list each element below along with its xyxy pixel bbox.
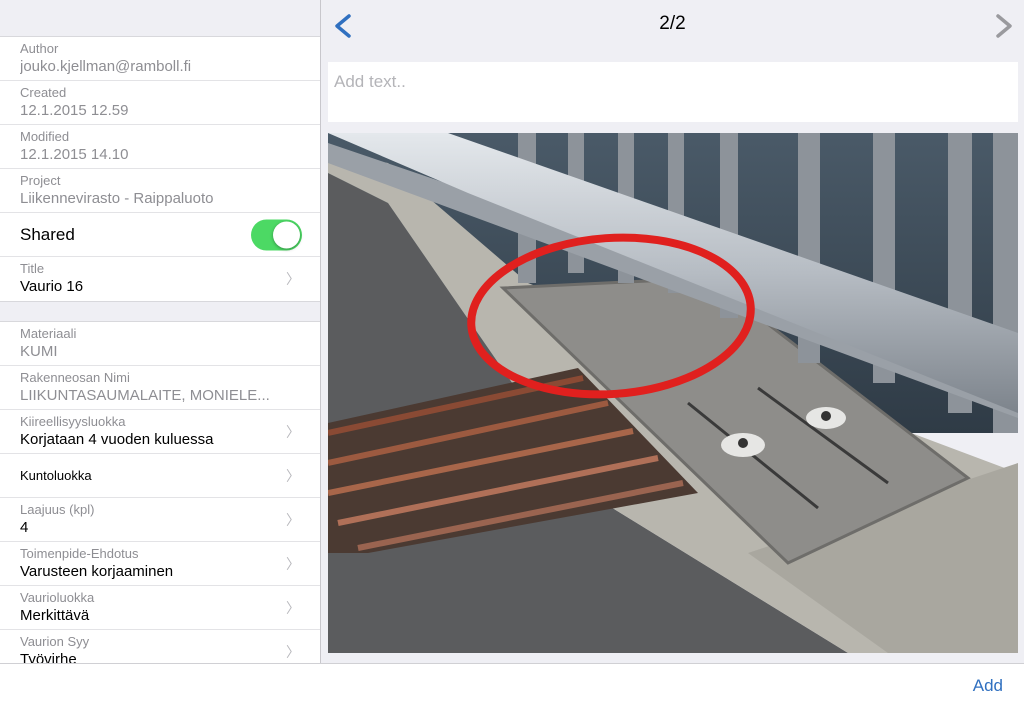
modified-value: 12.1.2015 14.10 bbox=[20, 146, 129, 163]
chevron-right-icon[interactable] bbox=[988, 8, 1020, 44]
modified-label: Modified bbox=[20, 129, 70, 144]
photo-navbar: 2/2 bbox=[321, 0, 1024, 56]
add-text-input[interactable] bbox=[328, 62, 1024, 102]
field-label: Kuntoluokka bbox=[20, 468, 92, 483]
metadata-section: Author jouko.kjellman@ramboll.fi Created… bbox=[0, 36, 320, 302]
title-value: Vaurio 16 bbox=[20, 278, 84, 295]
toggle-knob bbox=[273, 221, 300, 248]
field-label: Kiireellisyysluokka bbox=[20, 414, 126, 429]
project-value: Liikennevirasto - Raippaluoto bbox=[20, 190, 214, 207]
field-value: Korjataan 4 vuoden kuluessa bbox=[20, 431, 214, 448]
field-row-kiireellisyysluokka[interactable]: Kiireellisyysluokka Korjataan 4 vuoden k… bbox=[0, 410, 320, 454]
chevron-right-icon: 〉 bbox=[286, 511, 300, 528]
chevron-right-icon: 〉 bbox=[286, 467, 300, 484]
field-label: Toimenpide-Ehdotus bbox=[20, 546, 139, 561]
field-value: 4 bbox=[20, 519, 29, 536]
field-row-materiaali: Materiaali KUMI bbox=[0, 322, 320, 366]
fields-section: Materiaali KUMI Rakenneosan Nimi LIIKUNT… bbox=[0, 321, 320, 663]
created-value: 12.1.2015 12.59 bbox=[20, 102, 129, 119]
chevron-right-icon: 〉 bbox=[286, 271, 300, 287]
photo-illustration bbox=[328, 133, 1018, 653]
main-panel: 2/2 bbox=[321, 0, 1024, 663]
field-row-laajuus[interactable]: Laajuus (kpl) 4 〉 bbox=[0, 498, 320, 542]
field-value: KUMI bbox=[20, 343, 58, 360]
field-value: Merkittävä bbox=[20, 607, 90, 624]
field-row-rakenneosan-nimi: Rakenneosan Nimi LIIKUNTASAUMALAITE, MON… bbox=[0, 366, 320, 410]
field-row-vaurioluokka[interactable]: Vaurioluokka Merkittävä 〉 bbox=[0, 586, 320, 630]
field-label: Laajuus (kpl) bbox=[20, 502, 95, 517]
project-row: Project Liikennevirasto - Raippaluoto bbox=[0, 169, 320, 213]
field-value: LIIKUNTASAUMALAITE, MONIELE... bbox=[20, 387, 270, 404]
bolt-head bbox=[738, 438, 748, 448]
damage-photo bbox=[328, 133, 1018, 653]
field-value: Työvirhe bbox=[20, 651, 77, 663]
chevron-right-icon: 〉 bbox=[286, 423, 300, 440]
field-label: Materiaali bbox=[20, 326, 77, 341]
shared-row: Shared bbox=[0, 213, 320, 257]
sidebar-header-spacer bbox=[0, 0, 320, 36]
chevron-right-icon: 〉 bbox=[286, 599, 300, 616]
shared-label: Shared bbox=[20, 224, 75, 244]
bolt-head bbox=[821, 411, 831, 421]
title-label: Title bbox=[20, 261, 45, 276]
author-label: Author bbox=[20, 41, 59, 56]
author-row: Author jouko.kjellman@ramboll.fi bbox=[0, 37, 320, 81]
sidebar: Author jouko.kjellman@ramboll.fi Created… bbox=[0, 0, 321, 663]
field-value: Varusteen korjaaminen bbox=[20, 563, 174, 580]
field-label: Vaurioluokka bbox=[20, 590, 95, 605]
field-row-vaurion-syy[interactable]: Vaurion Syy Työvirhe 〉 bbox=[0, 630, 320, 663]
created-row: Created 12.1.2015 12.59 bbox=[0, 81, 320, 125]
author-value: jouko.kjellman@ramboll.fi bbox=[20, 58, 192, 75]
add-button[interactable]: Add bbox=[973, 676, 1003, 696]
chevron-right-icon: 〉 bbox=[286, 555, 300, 572]
field-row-kuntoluokka[interactable]: Kuntoluokka 〉 bbox=[0, 454, 320, 498]
photo-caption-box bbox=[328, 62, 1024, 122]
created-label: Created bbox=[20, 85, 67, 100]
modified-row: Modified 12.1.2015 14.10 bbox=[0, 125, 320, 169]
field-label: Vaurion Syy bbox=[20, 634, 90, 649]
field-label: Rakenneosan Nimi bbox=[20, 370, 130, 385]
title-row[interactable]: Title Vaurio 16 〉 bbox=[0, 257, 320, 301]
bottom-toolbar: Add bbox=[0, 663, 1024, 709]
project-label: Project bbox=[20, 173, 61, 188]
field-row-toimenpide[interactable]: Toimenpide-Ehdotus Varusteen korjaaminen… bbox=[0, 542, 320, 586]
chevron-right-icon: 〉 bbox=[286, 644, 300, 660]
shared-toggle[interactable] bbox=[251, 219, 302, 250]
photo-counter: 2/2 bbox=[659, 13, 686, 34]
